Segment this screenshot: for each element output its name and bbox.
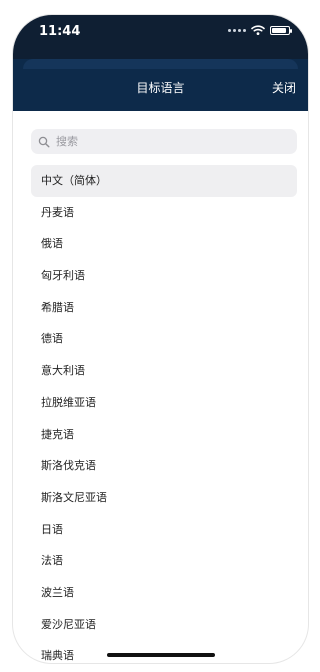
language-option[interactable]: 爱沙尼亚语 — [31, 609, 297, 641]
close-button[interactable]: 关闭 — [272, 79, 296, 96]
language-option[interactable]: 日语 — [31, 514, 297, 546]
home-indicator — [106, 653, 215, 657]
language-option[interactable]: 德语 — [31, 323, 297, 355]
search-icon — [38, 136, 50, 148]
language-option[interactable]: 波兰语 — [31, 577, 297, 609]
search-input[interactable] — [54, 134, 278, 149]
sheet-edge — [23, 59, 298, 69]
language-option[interactable]: 斯洛文尼亚语 — [31, 482, 297, 514]
language-option[interactable]: 捷克语 — [31, 419, 297, 451]
search-bar[interactable] — [31, 129, 297, 154]
language-option[interactable]: 希腊语 — [31, 292, 297, 324]
status-icons — [228, 23, 292, 37]
page-title: 目标语言 — [136, 81, 185, 95]
language-list: 中文（简体） 丹麦语 俄语 匈牙利语 希腊语 德语 意大利语 拉脱维亚语 捷克语 斯洛伐克语 斯洛文… — [31, 165, 297, 663]
language-option[interactable]: 法语 — [31, 545, 297, 577]
language-option[interactable]: 俄语 — [31, 228, 297, 260]
status-bar: 11:44 — [13, 15, 308, 59]
status-time: 11:44 — [39, 24, 81, 39]
phone-screen: 11:44 目标语言 关闭 中文（简体）丹麦语俄语匈牙利语希腊语德语意大利语拉脱… — [12, 14, 309, 664]
signal-icon — [228, 28, 246, 32]
language-option[interactable]: 斯洛伐克语 — [31, 450, 297, 482]
language-option[interactable]: 中文（简体） — [31, 165, 297, 197]
language-option[interactable]: 意大利语 — [31, 355, 297, 387]
wifi-icon — [251, 25, 265, 35]
language-option[interactable]: 匈牙利语 — [31, 260, 297, 292]
battery-icon — [270, 25, 292, 35]
language-option[interactable]: 拉脱维亚语 — [31, 387, 297, 419]
language-option[interactable]: 丹麦语 — [31, 197, 297, 229]
